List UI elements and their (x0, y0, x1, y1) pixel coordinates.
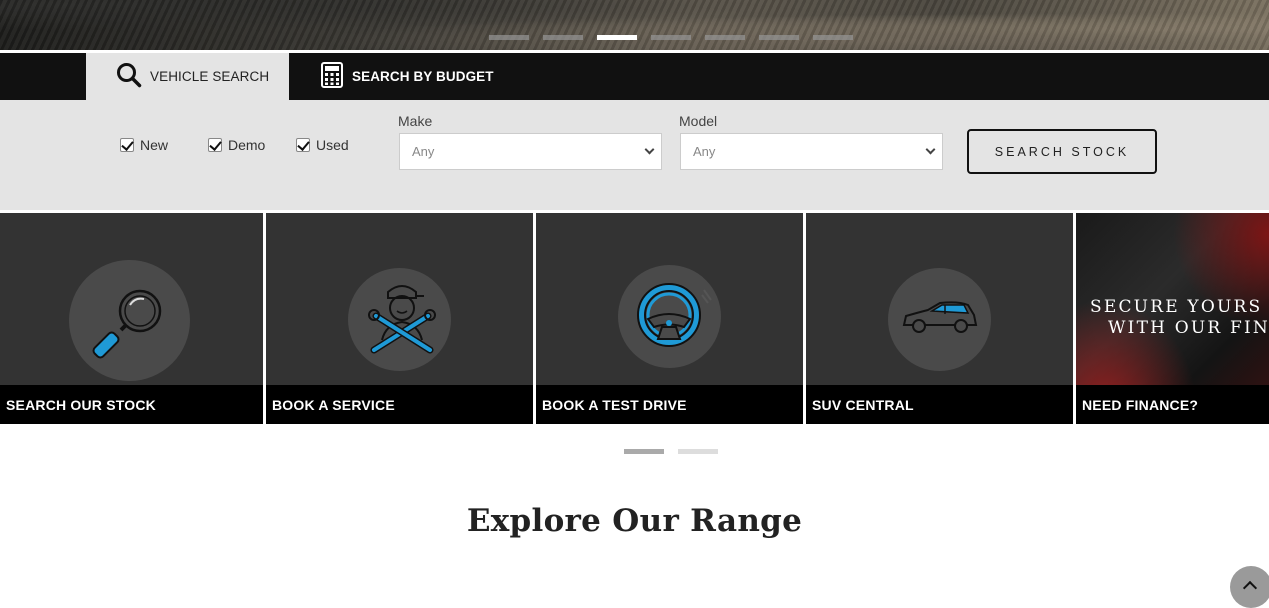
slider-dot-4[interactable] (651, 35, 691, 40)
search-icon (116, 62, 150, 91)
calculator-icon (320, 62, 352, 91)
checkbox-used-box[interactable] (296, 138, 310, 152)
chevron-down-icon (925, 144, 936, 155)
finance-banner-line-1: SECURE YOURS T (1090, 297, 1269, 317)
steering-wheel-icon (637, 283, 712, 347)
carousel-page-2[interactable] (678, 449, 718, 454)
checkbox-new[interactable]: New (120, 137, 168, 153)
mechanic-icon (368, 285, 436, 354)
checkbox-demo[interactable]: Demo (208, 137, 265, 153)
model-select[interactable]: Any (680, 133, 943, 170)
model-label: Model (679, 113, 718, 129)
card-book-a-test-drive[interactable]: BOOK A TEST DRIVE (536, 213, 803, 424)
slider-dot-1[interactable] (489, 35, 529, 40)
card-caption: SUV CENTRAL (806, 385, 1073, 424)
card-caption: BOOK A SERVICE (266, 385, 533, 424)
quick-links-carousel: SEARCH OUR STOCK BOOK A SERVICE BOOK A T… (0, 213, 1269, 424)
slider-dot-5[interactable] (705, 35, 745, 40)
slider-dot-2[interactable] (543, 35, 583, 40)
card-book-a-service[interactable]: BOOK A SERVICE (266, 213, 533, 424)
make-label: Make (398, 113, 433, 129)
scroll-to-top-button[interactable] (1230, 566, 1269, 608)
hero-banner (0, 0, 1269, 50)
tab-label: SEARCH BY BUDGET (352, 69, 494, 84)
make-select-value: Any (412, 144, 435, 159)
card-caption: BOOK A TEST DRIVE (536, 385, 803, 424)
slider-dot-7[interactable] (813, 35, 853, 40)
checkbox-demo-box[interactable] (208, 138, 222, 152)
checkbox-new-box[interactable] (120, 138, 134, 152)
checkbox-demo-label: Demo (228, 137, 266, 153)
magnifier-icon (92, 289, 162, 359)
checkbox-used[interactable]: Used (296, 137, 349, 153)
search-stock-button[interactable]: SEARCH STOCK (967, 129, 1157, 174)
finance-banner-line-2: WITH OUR FINA (1108, 318, 1269, 338)
finance-banner-text: SECURE YOURS T WITH OUR FINA (1090, 297, 1269, 339)
card-caption: NEED FINANCE? (1076, 385, 1269, 424)
hero-slider-dots (489, 35, 853, 40)
section-title: Explore Our Range (466, 503, 803, 539)
tab-search-by-budget[interactable]: SEARCH BY BUDGET (289, 53, 509, 100)
card-caption: SEARCH OUR STOCK (0, 385, 263, 424)
slider-dot-3[interactable] (597, 35, 637, 40)
make-select[interactable]: Any (399, 133, 662, 170)
card-search-our-stock[interactable]: SEARCH OUR STOCK (0, 213, 263, 424)
carousel-pagination (624, 449, 718, 454)
card-suv-central[interactable]: SUV CENTRAL (806, 213, 1073, 424)
tab-label: VEHICLE SEARCH (150, 69, 270, 84)
search-tabbar: VEHICLE SEARCH SEARCH BY BUDGET (0, 53, 1269, 100)
card-need-finance[interactable]: SECURE YOURS T WITH OUR FINA NEED FINANC… (1076, 213, 1269, 424)
suv-icon (902, 301, 978, 333)
checkbox-used-label: Used (316, 137, 349, 153)
slider-dot-6[interactable] (759, 35, 799, 40)
checkbox-new-label: New (140, 137, 169, 153)
model-select-value: Any (693, 144, 716, 159)
tab-vehicle-search[interactable]: VEHICLE SEARCH (86, 53, 289, 100)
carousel-page-1[interactable] (624, 449, 664, 454)
chevron-down-icon (644, 144, 655, 155)
vehicle-search-panel: New Demo Used Make Any Model Any SEARCH … (0, 100, 1269, 210)
